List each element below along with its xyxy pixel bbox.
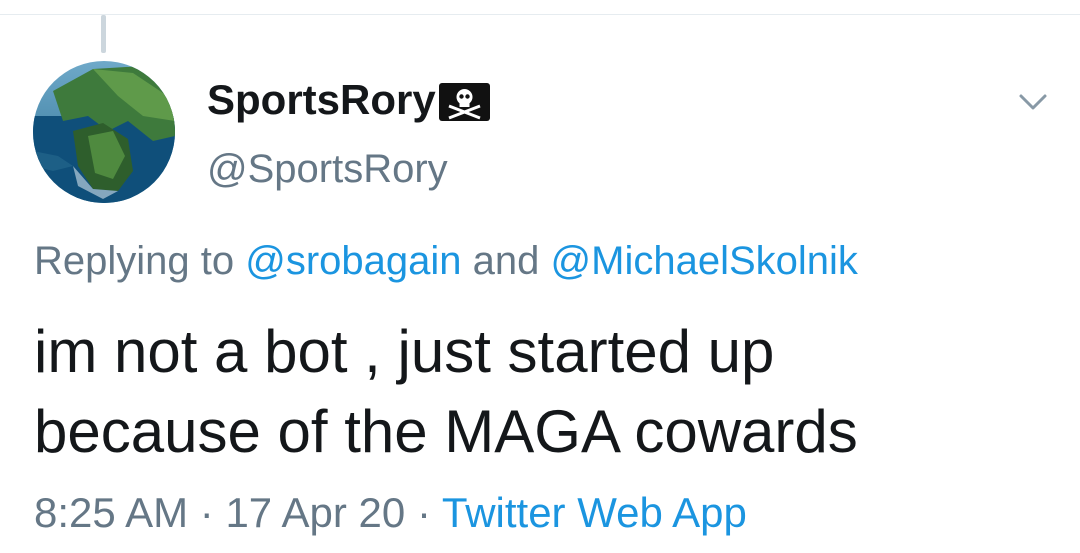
replying-and-label: and bbox=[472, 239, 540, 283]
chevron-down-icon bbox=[1019, 94, 1047, 110]
meta-separator: · bbox=[416, 489, 431, 536]
display-name-text: SportsRory bbox=[207, 76, 436, 123]
top-divider bbox=[0, 14, 1080, 15]
thread-connector-line bbox=[101, 15, 106, 53]
pirate-flag-icon bbox=[438, 80, 491, 121]
tweet-date[interactable]: 17 Apr 20 bbox=[225, 489, 405, 536]
tweet-source-link[interactable]: Twitter Web App bbox=[442, 489, 747, 536]
user-handle[interactable]: @SportsRory bbox=[207, 143, 448, 195]
meta-separator: · bbox=[199, 489, 214, 536]
replying-to-line: Replying to @srobagain and @MichaelSkoln… bbox=[34, 234, 858, 288]
tweet-metadata: 8:25 AM · 17 Apr 20 · Twitter Web App bbox=[34, 485, 747, 541]
mention-link-srobagain[interactable]: @srobagain bbox=[245, 239, 461, 283]
tweet-time[interactable]: 8:25 AM bbox=[34, 489, 188, 536]
avatar-landscape-image bbox=[33, 61, 175, 203]
display-name[interactable]: SportsRory bbox=[207, 72, 491, 128]
tweet-text: im not a bot , just started up because o… bbox=[34, 318, 858, 465]
replying-to-label: Replying to bbox=[34, 239, 235, 283]
tweet-menu-button[interactable] bbox=[1013, 82, 1053, 122]
mention-link-michaelskolnik[interactable]: @MichaelSkolnik bbox=[551, 239, 858, 283]
avatar[interactable] bbox=[33, 61, 175, 203]
